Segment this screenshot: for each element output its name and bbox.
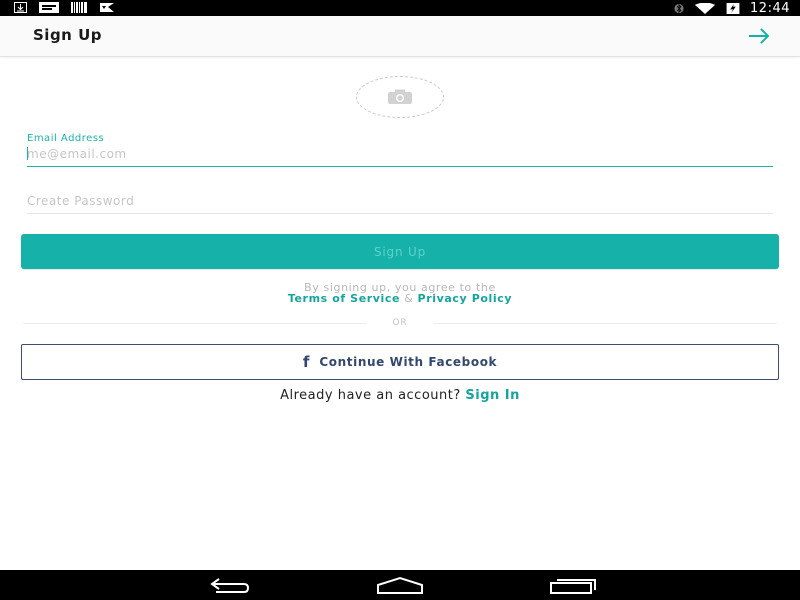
or-divider: OR	[23, 318, 777, 328]
continue-with-facebook-button[interactable]: f Continue With Facebook	[21, 344, 779, 380]
signal-flag-icon	[100, 3, 114, 12]
terms-links-line: Terms of Service & Privacy Policy	[0, 293, 800, 304]
back-button[interactable]	[204, 575, 252, 595]
app-bar: Sign Up	[0, 16, 800, 57]
email-underline	[27, 166, 773, 167]
navigation-bar	[0, 570, 800, 600]
page-title: Sign Up	[33, 26, 103, 44]
arrow-right-icon	[749, 28, 770, 44]
back-icon	[210, 578, 250, 593]
status-bar: 12:44	[0, 0, 800, 16]
sign-up-button[interactable]: Sign Up	[21, 234, 779, 269]
email-input[interactable]	[27, 145, 773, 163]
sign-in-prompt: Already have an account? Sign In	[0, 388, 800, 403]
text-caret	[27, 147, 28, 160]
terms-notice: By signing up, you agree to the Terms of…	[0, 282, 800, 304]
barcode-icon	[71, 2, 87, 13]
camera-icon	[388, 89, 412, 104]
bluetooth-icon	[674, 3, 684, 13]
terms-of-service-link[interactable]: Terms of Service	[288, 292, 400, 305]
password-input[interactable]	[27, 192, 773, 210]
recents-icon	[550, 579, 596, 594]
divider-line-right	[433, 323, 777, 324]
email-label: Email Address	[27, 133, 105, 144]
password-field-group	[27, 192, 773, 214]
facebook-icon: f	[302, 352, 310, 371]
password-underline	[27, 213, 773, 214]
download-icon	[14, 2, 27, 13]
terms-ampersand: &	[404, 292, 414, 305]
battery-charging-icon	[726, 2, 740, 14]
recents-button[interactable]	[548, 575, 598, 595]
sign-in-link[interactable]: Sign In	[465, 388, 520, 403]
facebook-button-label: Continue With Facebook	[319, 355, 498, 369]
home-icon	[377, 576, 423, 594]
sign-in-prompt-text: Already have an account?	[280, 388, 461, 403]
next-button[interactable]	[746, 26, 772, 46]
status-bar-notifications	[14, 2, 115, 13]
message-icon	[39, 2, 59, 13]
privacy-policy-link[interactable]: Privacy Policy	[418, 292, 513, 305]
home-button[interactable]	[374, 575, 426, 595]
wifi-icon	[694, 2, 716, 14]
status-time: 12:44	[750, 0, 790, 16]
email-field-group: Email Address	[27, 133, 773, 167]
status-bar-system: 12:44	[674, 0, 790, 16]
avatar-photo-picker[interactable]	[356, 76, 444, 118]
